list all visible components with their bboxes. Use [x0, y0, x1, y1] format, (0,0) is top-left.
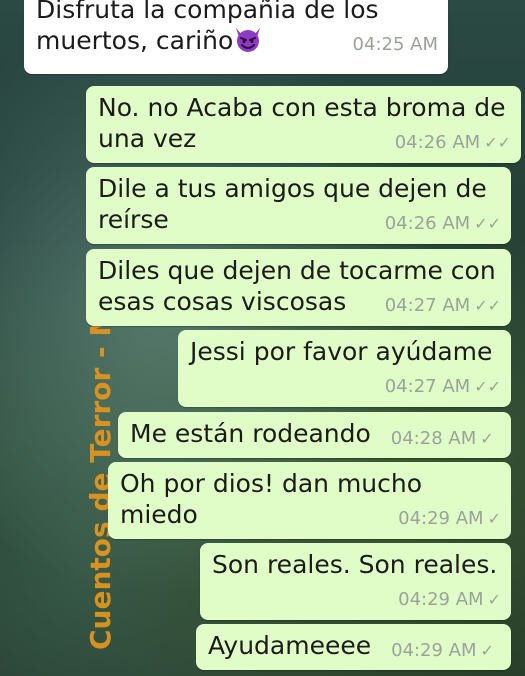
message-time: 04:29 AM [398, 589, 484, 610]
double-check-icon: ✓✓ [484, 133, 511, 152]
message-meta: 04:28 AM ✓ [391, 427, 494, 451]
message-bubble-outgoing[interactable]: Diles que dejen de tocarme con esas cosa… [86, 249, 511, 326]
message-bubble-outgoing[interactable]: Oh por dios! dan mucho miedo 04:29 AM ✓ [108, 462, 511, 539]
devil-face-icon [236, 28, 261, 52]
message-time: 04:26 AM [384, 213, 471, 234]
message-meta: 04:29 AM ✓ [398, 588, 501, 612]
message-bubble-outgoing[interactable]: Jessi por favor ayúdame 04:27 AM ✓✓ [178, 330, 511, 407]
double-check-icon: ✓✓ [474, 296, 501, 315]
check-icon: ✓ [480, 429, 494, 448]
message-time: 04:29 AM [398, 508, 484, 529]
message-bubble-outgoing[interactable]: Dile a tus amigos que dejen de reírse 04… [86, 167, 511, 244]
message-text: Son reales. Son reales. [212, 550, 498, 579]
message-time: 04:29 AM [391, 640, 477, 661]
message-meta: 04:25 AM [353, 33, 438, 57]
message-meta: 04:27 AM ✓✓ [385, 294, 501, 318]
message-meta: 04:29 AM ✓ [398, 507, 501, 531]
double-check-icon: ✓✓ [474, 377, 501, 396]
message-time: 04:27 AM [384, 376, 471, 397]
check-icon: ✓ [487, 509, 501, 528]
message-meta: 04:26 AM ✓✓ [385, 212, 501, 236]
message-bubble-outgoing[interactable]: Ayudameeee 04:29 AM ✓ [196, 624, 511, 670]
message-bubble-outgoing[interactable]: No. no Acaba con esta broma de una vez 0… [86, 86, 521, 163]
message-meta: 04:27 AM ✓✓ [385, 375, 501, 399]
message-text: Oh por dios! dan mucho miedo [120, 469, 423, 529]
message-text: Ayudameeee [208, 631, 372, 660]
message-bubble-outgoing[interactable]: Me están rodeando 04:28 AM ✓ [118, 412, 511, 458]
message-text: Jessi por favor ayúdame [190, 337, 493, 366]
message-bubble-incoming[interactable]: Disfruta la compañia de los muertos, car… [24, 0, 448, 74]
chat-background: Cuentos de Terror - Ma Disfruta la compa… [0, 0, 525, 676]
message-text: Me están rodeando [130, 419, 371, 448]
message-bubble-outgoing[interactable]: Son reales. Son reales. 04:29 AM ✓ [200, 543, 511, 620]
message-time: 04:26 AM [394, 132, 481, 153]
message-meta: 04:26 AM ✓✓ [395, 131, 511, 155]
message-time: 04:25 AM [352, 34, 438, 55]
message-time: 04:28 AM [390, 428, 477, 449]
double-check-icon: ✓✓ [474, 214, 501, 233]
message-time: 04:27 AM [384, 295, 471, 316]
message-text: Disfruta la compañia de los muertos, car… [36, 0, 379, 55]
message-meta: 04:29 AM ✓ [391, 639, 494, 663]
check-icon: ✓ [480, 641, 494, 660]
check-icon: ✓ [487, 590, 501, 609]
